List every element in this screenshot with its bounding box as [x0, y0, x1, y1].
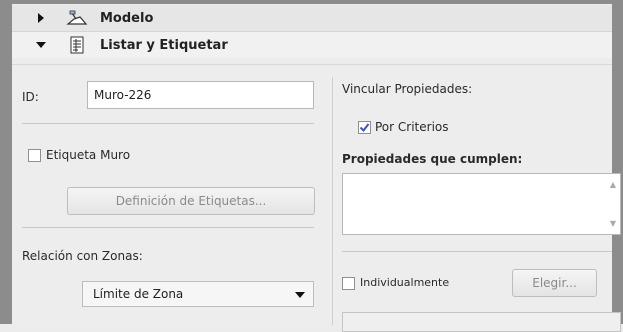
matching-properties-list[interactable]: ▲ ▼ [342, 173, 621, 235]
section-header-list-label[interactable]: Listar y Etiquetar [12, 32, 612, 58]
id-label: ID: [22, 90, 39, 104]
list-label-panel: ID: Muro-226 Etiqueta Muro Definición de… [12, 64, 621, 332]
link-properties-label: Vincular Propiedades: [342, 82, 473, 96]
zone-relation-label: Relación con Zonas: [22, 249, 143, 263]
divider [22, 227, 314, 228]
id-input[interactable]: Muro-226 [87, 81, 314, 109]
individually-checkbox[interactable] [342, 277, 355, 290]
checkmark-icon [359, 123, 370, 133]
by-criteria-label: Por Criterios [375, 120, 449, 134]
scroll-up-icon[interactable]: ▲ [610, 180, 616, 189]
zone-relation-value: Límite de Zona [93, 287, 184, 301]
label-wall-checkbox[interactable] [28, 149, 41, 162]
divider [342, 251, 612, 252]
column-divider [332, 77, 333, 325]
matching-properties-label: Propiedades que cumplen: [342, 152, 523, 166]
label-definition-button[interactable]: Definición de Etiquetas... [67, 187, 315, 215]
section-header-model[interactable]: Modelo [12, 5, 612, 32]
section-label-list-label: Listar y Etiquetar [100, 37, 228, 53]
expand-triangle-right-icon[interactable] [34, 11, 48, 25]
expand-triangle-down-icon[interactable] [34, 38, 48, 52]
choose-button[interactable]: Elegir... [512, 269, 597, 297]
individually-label: Individualmente [360, 276, 450, 289]
window-frame-left [0, 0, 12, 324]
properties-field [342, 312, 621, 332]
window-frame-top [0, 0, 623, 4]
scroll-down-icon[interactable]: ▼ [610, 219, 616, 228]
model-icon [66, 8, 88, 28]
list-label-icon [66, 35, 88, 55]
zone-relation-dropdown[interactable]: Límite de Zona [82, 281, 314, 307]
divider [22, 123, 314, 124]
window-frame-right [612, 0, 623, 324]
label-wall-checkbox-label: Etiqueta Muro [46, 148, 131, 162]
by-criteria-checkbox[interactable] [358, 121, 371, 134]
section-label-model: Modelo [100, 10, 154, 26]
chevron-down-icon [295, 287, 305, 301]
